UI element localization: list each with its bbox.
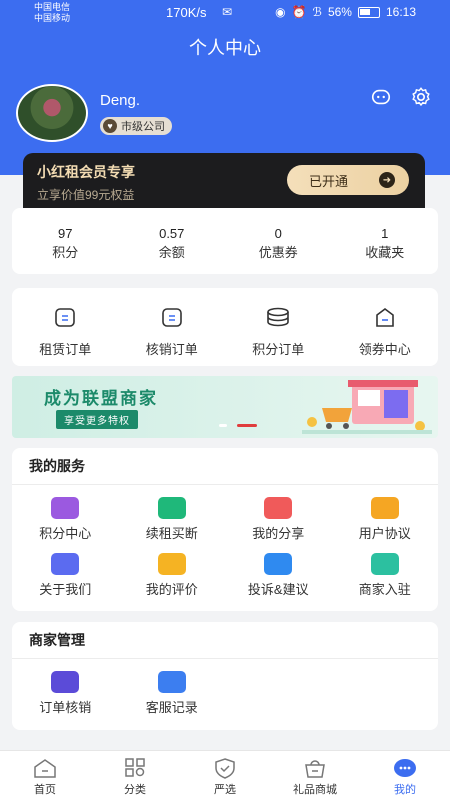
services-item-7[interactable]: 商家入驻 xyxy=(332,553,439,609)
stat-balance[interactable]: 0.57 余额 xyxy=(119,208,226,274)
merchant-card: 商家管理 订单核销 客服记录 xyxy=(12,622,438,730)
shop-illustration xyxy=(302,380,432,434)
tab-profile[interactable]: 我的 xyxy=(360,751,450,800)
merchant-item-1[interactable]: 客服记录 xyxy=(119,671,226,727)
battery-percent: 56% xyxy=(327,5,352,19)
banner-subtitle: 享受更多特权 xyxy=(56,410,138,429)
customer-service-icon[interactable] xyxy=(370,86,392,108)
services-item-label: 续租买断 xyxy=(145,526,198,541)
avatar[interactable] xyxy=(16,84,88,142)
services-item-label: 积分中心 xyxy=(39,526,92,541)
settings-gear-icon[interactable] xyxy=(410,86,432,108)
carousel-dot-active[interactable] xyxy=(237,424,257,427)
services-item-3[interactable]: 用户协议 xyxy=(332,497,439,553)
services-item-label: 用户协议 xyxy=(358,526,411,541)
tab-gift-mall[interactable]: 礼品商城 xyxy=(270,751,360,800)
carrier-info: 中国电信 中国移动 xyxy=(34,2,71,23)
banner-title: 成为联盟商家 xyxy=(44,389,158,408)
eye-icon: ◉ xyxy=(275,5,286,19)
gift-mall-icon xyxy=(305,760,325,778)
verify-order-button[interactable]: 核销订单 xyxy=(119,288,226,366)
coupon-center-button[interactable]: 领券中心 xyxy=(332,288,439,366)
renew-buyout-icon xyxy=(157,497,186,519)
services-item-label: 关于我们 xyxy=(39,582,92,597)
merchant-item-label: 客服记录 xyxy=(145,700,198,715)
orders-card: 租赁订单 核销订单 积分订单 领券中心 xyxy=(12,288,438,366)
share-icon xyxy=(264,497,293,519)
stat-coupons[interactable]: 0 优惠券 xyxy=(225,208,332,274)
network-speed: 170K/s xyxy=(166,5,207,20)
services-item-label: 我的分享 xyxy=(252,526,305,541)
message-icon: ✉ xyxy=(222,5,233,19)
agreement-icon xyxy=(370,497,399,519)
bluetooth-icon: ℬ xyxy=(312,5,322,19)
services-item-label: 投诉&建议 xyxy=(247,582,309,597)
clock: 16:13 xyxy=(385,5,416,19)
username: Deng. xyxy=(100,92,141,109)
status-bar: 中国电信 中国移动 170K/s ✉ ◉ ⏰ ℬ 56% 16:13 xyxy=(0,0,450,26)
review-icon xyxy=(157,553,186,575)
vip-activated-button[interactable]: 已开通 ➜ xyxy=(287,165,409,195)
services-item-1[interactable]: 续租买断 xyxy=(119,497,226,553)
points-center-icon xyxy=(51,497,80,519)
stat-points[interactable]: 97 积分 xyxy=(12,208,119,274)
complaint-icon xyxy=(264,553,293,575)
stat-favorites[interactable]: 1 收藏夹 xyxy=(332,208,439,274)
tab-home[interactable]: 首页 xyxy=(0,751,90,800)
services-item-5[interactable]: 我的评价 xyxy=(119,553,226,609)
bottom-tab-bar: 首页 分类 严选 礼品商城 我的 xyxy=(0,750,450,800)
page-title: 个人中心 xyxy=(189,38,261,58)
tab-category[interactable]: 分类 xyxy=(90,751,180,800)
tab-selected[interactable]: 严选 xyxy=(180,751,270,800)
services-item-2[interactable]: 我的分享 xyxy=(225,497,332,553)
merchant-item-label: 订单核销 xyxy=(39,700,92,715)
points-order-button[interactable]: 积分订单 xyxy=(225,288,332,366)
carousel-dot[interactable] xyxy=(219,424,227,427)
verify-order-icon xyxy=(161,308,182,327)
coupon-center-icon xyxy=(375,308,394,327)
services-item-4[interactable]: 关于我们 xyxy=(12,553,119,609)
home-icon xyxy=(34,759,56,778)
rent-order-button[interactable]: 租赁订单 xyxy=(12,288,119,366)
battery-icon xyxy=(357,6,380,18)
category-icon xyxy=(125,758,145,777)
merchant-item-0[interactable]: 订单核销 xyxy=(12,671,119,727)
about-icon xyxy=(51,553,80,575)
rent-order-icon xyxy=(55,308,76,327)
services-title: 我的服务 xyxy=(12,448,438,485)
alarm-icon: ⏰ xyxy=(291,5,307,19)
profile-icon xyxy=(394,759,416,777)
merchant-promo-banner[interactable]: 成为联盟商家 享受更多特权 xyxy=(12,376,438,438)
services-item-label: 我的评价 xyxy=(145,582,198,597)
merchant-title: 商家管理 xyxy=(12,622,438,659)
merchant-join-icon xyxy=(370,553,399,575)
heart-icon: ♥ xyxy=(103,119,117,133)
vip-card[interactable]: 小红租会员专享 立享价值99元权益 已开通 ➜ xyxy=(23,153,425,208)
services-item-0[interactable]: 积分中心 xyxy=(12,497,119,553)
service-record-icon xyxy=(157,671,186,693)
order-verify-icon xyxy=(51,671,80,693)
vip-subtitle: 立享价值99元权益 xyxy=(37,188,135,202)
services-item-label: 商家入驻 xyxy=(358,582,411,597)
level-badge: ♥ 市级公司 xyxy=(100,117,172,135)
vip-title: 小红租会员专享 xyxy=(37,164,135,180)
points-order-icon xyxy=(267,307,290,327)
arrow-right-icon: ➜ xyxy=(379,172,395,188)
services-item-6[interactable]: 投诉&建议 xyxy=(225,553,332,609)
shield-icon xyxy=(215,758,235,779)
stats-card: 97 积分 0.57 余额 0 优惠券 1 收藏夹 xyxy=(12,208,438,274)
services-card: 我的服务 积分中心 续租买断 我的分享 用户协议关于我们 我的评价 投诉&建议 商家入驻 xyxy=(12,448,438,611)
